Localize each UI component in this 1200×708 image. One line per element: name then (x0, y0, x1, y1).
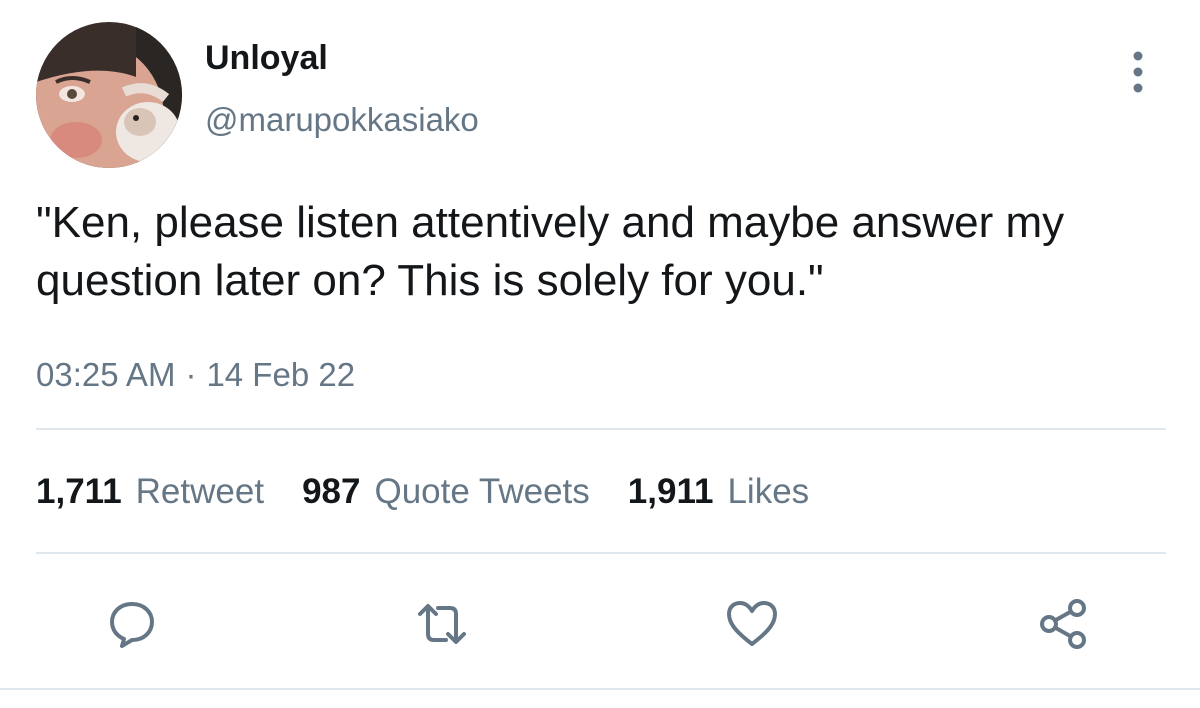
more-vertical-icon (1133, 51, 1143, 93)
retweet-icon (418, 604, 466, 644)
avatar-image (36, 22, 182, 168)
retweet-button[interactable] (414, 596, 470, 652)
reply-icon (110, 602, 154, 648)
timestamp-separator: · (185, 356, 197, 393)
like-button[interactable] (724, 596, 780, 652)
display-name[interactable]: Unloyal (205, 38, 328, 78)
divider (0, 688, 1200, 690)
divider (36, 552, 1166, 554)
likes-stat[interactable]: 1,911 Likes (628, 470, 809, 514)
tweet-detail: Unloyal @marupokkasiako "Ken, please lis… (0, 0, 1200, 708)
quote-tweets-stat[interactable]: 987 Quote Tweets (302, 470, 590, 514)
tweet-text: "Ken, please listen attentively and mayb… (36, 198, 1065, 305)
retweets-count: 1,711 (36, 472, 122, 511)
retweets-stat[interactable]: 1,711 Retweet (36, 470, 264, 514)
avatar[interactable] (36, 22, 182, 168)
user-handle[interactable]: @marupokkasiako (205, 100, 479, 140)
likes-label: Likes (727, 472, 810, 511)
divider (36, 428, 1166, 430)
retweets-label: Retweet (135, 472, 265, 511)
tweet-timestamp[interactable]: 03:25 AM · 14 Feb 22 (36, 354, 355, 396)
quote-tweets-label: Quote Tweets (374, 472, 590, 511)
likes-count: 1,911 (627, 472, 714, 511)
heart-icon (727, 601, 777, 646)
tweet-time: 03:25 AM (36, 356, 176, 393)
tweet-date: 14 Feb 22 (206, 356, 356, 393)
reply-button[interactable] (104, 596, 160, 652)
tweet-stats: 1,711 Retweet 987 Quote Tweets 1,911 Lik… (36, 470, 847, 514)
quote-tweets-count: 987 (302, 472, 361, 511)
share-button[interactable] (1036, 596, 1092, 652)
more-options-button[interactable] (1118, 48, 1158, 96)
share-icon (1040, 599, 1086, 649)
